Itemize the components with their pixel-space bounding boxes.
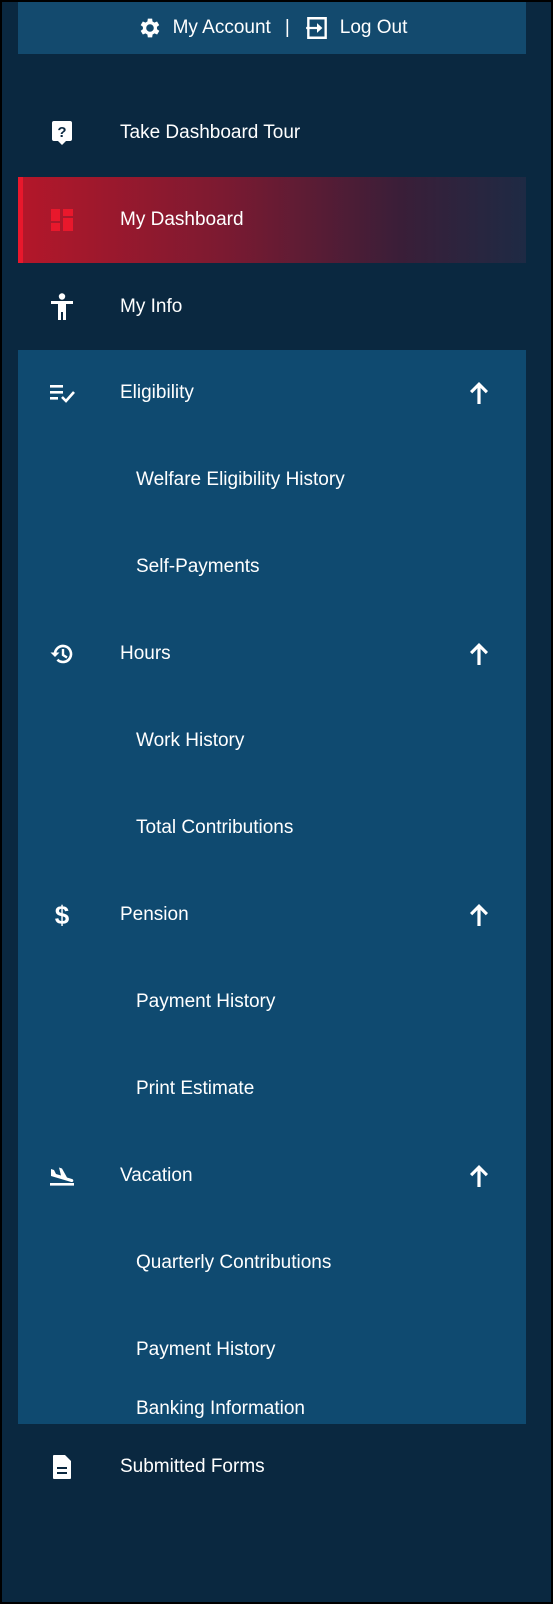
sub-item-welfare-eligibility-history[interactable]: Welfare Eligibility History — [136, 437, 345, 523]
expanded-menu-section: Eligibility Welfare Eligibility History … — [18, 350, 526, 1424]
nav-item-my-dashboard[interactable]: My Dashboard — [18, 177, 526, 263]
sub-item-self-payments[interactable]: Self-Payments — [136, 524, 260, 610]
nav-item-vacation[interactable]: Vacation — [18, 1133, 526, 1219]
history-icon — [47, 639, 77, 669]
nav-label-eligibility: Eligibility — [120, 382, 194, 403]
account-bar: My Account | Log Out — [18, 2, 526, 54]
document-icon — [47, 1452, 77, 1482]
logout-icon — [305, 17, 327, 39]
my-account-label: My Account — [172, 17, 271, 38]
sub-item-banking-information[interactable]: Banking Information — [136, 1394, 305, 1424]
sub-item-print-estimate[interactable]: Print Estimate — [136, 1046, 254, 1132]
sub-item-vacation-payment-history[interactable]: Payment History — [136, 1307, 275, 1393]
nav-label-dashboard-tour: Take Dashboard Tour — [120, 122, 301, 143]
sub-item-total-contributions[interactable]: Total Contributions — [136, 785, 293, 871]
dashboard-icon — [47, 205, 77, 235]
help-icon: ? — [47, 118, 77, 148]
arrow-up-icon[interactable] — [468, 902, 490, 928]
checklist-icon — [47, 378, 77, 408]
nav-label-my-info: My Info — [120, 296, 183, 317]
nav-label-submitted-forms: Submitted Forms — [120, 1456, 265, 1477]
dollar-icon: $ — [47, 900, 77, 930]
log-out-label: Log Out — [339, 17, 408, 38]
gear-icon — [140, 18, 159, 38]
nav-label-pension: Pension — [120, 904, 189, 925]
sub-item-work-history[interactable]: Work History — [136, 698, 244, 784]
nav-item-my-info[interactable]: My Info — [18, 264, 526, 350]
bottom-section: Submitted Forms — [18, 1424, 526, 1602]
nav-label-hours: Hours — [120, 643, 171, 664]
nav-label-my-dashboard: My Dashboard — [120, 209, 244, 230]
sub-item-pension-payment-history[interactable]: Payment History — [136, 959, 275, 1045]
sidebar-frame: My Account | Log Out ? Take Dashboard To… — [0, 0, 553, 1604]
nav-item-pension[interactable]: $ Pension — [18, 872, 526, 958]
arrow-up-icon[interactable] — [468, 380, 490, 406]
sidebar: My Account | Log Out ? Take Dashboard To… — [18, 2, 526, 1602]
person-icon — [47, 292, 77, 322]
svg-text:?: ? — [57, 124, 66, 141]
nav-item-eligibility[interactable]: Eligibility — [18, 350, 526, 436]
arrow-up-icon[interactable] — [468, 641, 490, 667]
nav-item-dashboard-tour[interactable]: ? Take Dashboard Tour — [18, 90, 526, 176]
my-account-link[interactable]: My Account — [137, 15, 271, 41]
topbar-separator: | — [284, 17, 290, 38]
arrow-up-icon[interactable] — [468, 1163, 490, 1189]
nav-item-submitted-forms[interactable]: Submitted Forms — [18, 1424, 526, 1510]
flight-landing-icon — [47, 1161, 77, 1191]
nav-item-hours[interactable]: Hours — [18, 611, 526, 697]
sub-item-quarterly-contributions[interactable]: Quarterly Contributions — [136, 1220, 331, 1306]
svg-text:$: $ — [55, 901, 70, 929]
log-out-link[interactable]: Log Out — [304, 15, 408, 41]
nav-label-vacation: Vacation — [120, 1165, 193, 1186]
